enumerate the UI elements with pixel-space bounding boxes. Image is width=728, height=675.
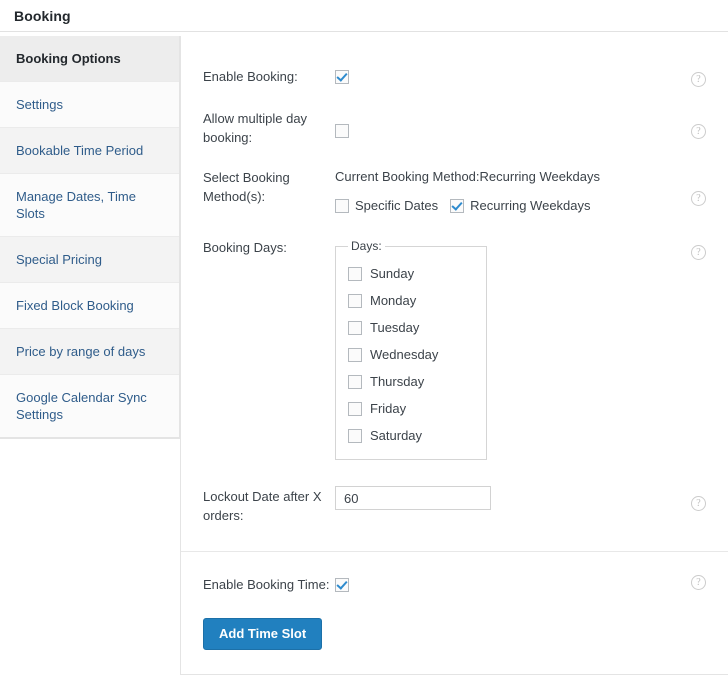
- enable-booking-time-checkbox[interactable]: [335, 577, 349, 592]
- recurring-weekdays-option[interactable]: Recurring Weekdays: [450, 196, 591, 215]
- day-label-tuesday: Tuesday: [370, 320, 420, 335]
- sidebar-item-google-calendar-sync-settings[interactable]: Google Calendar Sync Settings: [0, 375, 179, 438]
- sidebar-item-label: Price by range of days: [16, 344, 146, 359]
- recurring-weekdays-label: Recurring Weekdays: [470, 198, 591, 213]
- day-checkbox-monday[interactable]: [348, 293, 362, 308]
- sidebar-item-label: Bookable Time Period: [16, 143, 144, 158]
- enable-booking-control: [335, 66, 704, 85]
- enable-booking-time-control: [335, 574, 704, 593]
- day-checkbox-thursday[interactable]: [348, 374, 362, 389]
- sidebar-item-label: Booking Options: [16, 51, 121, 66]
- sidebar-item-manage-dates-time-slots[interactable]: Manage Dates, Time Slots: [0, 174, 179, 237]
- day-row-sunday[interactable]: Sunday: [348, 260, 474, 287]
- day-checkbox-sunday[interactable]: [348, 266, 362, 281]
- day-label-thursday: Thursday: [370, 374, 425, 389]
- allow-multiple-day-label: Allow multiple day booking:: [203, 111, 308, 145]
- day-checkbox-wednesday[interactable]: [348, 347, 362, 362]
- row-enable-booking-time: Enable Booking Time: ?: [181, 551, 728, 600]
- allow-multiple-day-control: [335, 108, 704, 139]
- sidebar-item-special-pricing[interactable]: Special Pricing: [0, 237, 179, 283]
- day-label-monday: Monday: [370, 293, 417, 308]
- day-row-monday[interactable]: Monday: [348, 287, 474, 314]
- help-icon[interactable]: ?: [691, 72, 706, 87]
- sidebar-item-settings[interactable]: Settings: [0, 82, 179, 128]
- help-icon[interactable]: ?: [691, 245, 706, 260]
- booking-options-panel: Enable Booking: ? Allow multiple day boo…: [180, 36, 728, 675]
- row-booking-days: Booking Days: Days: Sunday Monday Tuesda…: [181, 237, 728, 460]
- help-icon[interactable]: ?: [691, 124, 706, 139]
- add-time-slot-button[interactable]: Add Time Slot: [203, 618, 323, 650]
- sidebar-item-bookable-time-period[interactable]: Bookable Time Period: [0, 128, 179, 174]
- current-booking-method-text: Current Booking Method:Recurring Weekday…: [335, 169, 600, 184]
- sidebar-item-label: Settings: [16, 97, 63, 112]
- booking-method-choices: Specific Dates Recurring Weekdays: [335, 196, 704, 215]
- select-booking-method-label: Select Booking Method(s):: [203, 170, 290, 204]
- row-select-booking-method: Select Booking Method(s): Current Bookin…: [181, 167, 728, 215]
- help-icon[interactable]: ?: [691, 191, 706, 206]
- specific-dates-label: Specific Dates: [355, 198, 439, 213]
- row-enable-booking: Enable Booking: ?: [181, 66, 728, 92]
- day-label-wednesday: Wednesday: [370, 347, 439, 362]
- booking-days-label: Booking Days:: [203, 240, 287, 255]
- sidebar-item-price-by-range-of-days[interactable]: Price by range of days: [0, 329, 179, 375]
- day-row-wednesday[interactable]: Wednesday: [348, 341, 474, 368]
- day-label-friday: Friday: [370, 401, 407, 416]
- day-label-saturday: Saturday: [370, 428, 423, 443]
- sidebar-item-label: Fixed Block Booking: [16, 298, 134, 313]
- day-row-saturday[interactable]: Saturday: [348, 422, 474, 449]
- help-icon[interactable]: ?: [691, 496, 706, 511]
- add-time-slot-row: Add Time Slot: [181, 618, 728, 650]
- specific-dates-option[interactable]: Specific Dates: [335, 196, 438, 215]
- page-title: Booking: [14, 7, 71, 24]
- allow-multiple-day-checkbox[interactable]: [335, 123, 349, 138]
- lockout-date-label: Lockout Date after X orders:: [203, 489, 322, 523]
- enable-booking-time-label: Enable Booking Time:: [203, 577, 330, 592]
- day-row-thursday[interactable]: Thursday: [348, 368, 474, 395]
- sidebar-item-fixed-block-booking[interactable]: Fixed Block Booking: [0, 283, 179, 329]
- days-legend: Days:: [351, 239, 382, 253]
- day-row-friday[interactable]: Friday: [348, 395, 474, 422]
- day-row-tuesday[interactable]: Tuesday: [348, 314, 474, 341]
- row-lockout-date: Lockout Date after X orders: ?: [181, 486, 728, 525]
- help-icon[interactable]: ?: [691, 575, 706, 590]
- page-layout: Booking Options Settings Bookable Time P…: [0, 32, 728, 675]
- sidebar-item-label: Google Calendar Sync Settings: [16, 390, 147, 422]
- sidebar-item-booking-options[interactable]: Booking Options: [0, 36, 179, 82]
- day-label-sunday: Sunday: [370, 266, 415, 281]
- enable-booking-label: Enable Booking:: [203, 69, 298, 84]
- specific-dates-checkbox[interactable]: [335, 198, 349, 213]
- select-booking-method-control: Current Booking Method:Recurring Weekday…: [335, 167, 704, 215]
- lockout-date-input[interactable]: [335, 486, 491, 510]
- sidebar-item-label: Special Pricing: [16, 252, 102, 267]
- recurring-weekdays-checkbox[interactable]: [450, 198, 465, 213]
- day-checkbox-friday[interactable]: [348, 401, 362, 416]
- enable-booking-checkbox[interactable]: [335, 69, 349, 84]
- day-checkbox-saturday[interactable]: [348, 428, 362, 443]
- sidebar-item-label: Manage Dates, Time Slots: [16, 189, 136, 221]
- row-allow-multiple-day-booking: Allow multiple day booking: ?: [181, 108, 728, 147]
- sidebar-nav: Booking Options Settings Bookable Time P…: [0, 36, 180, 439]
- day-checkbox-tuesday[interactable]: [348, 320, 362, 335]
- page-header: Booking: [0, 0, 728, 32]
- lockout-date-control: [335, 486, 704, 510]
- days-fieldset: Days: Sunday Monday Tuesday Wednesday Th…: [335, 237, 487, 460]
- booking-days-control: Days: Sunday Monday Tuesday Wednesday Th…: [335, 237, 704, 460]
